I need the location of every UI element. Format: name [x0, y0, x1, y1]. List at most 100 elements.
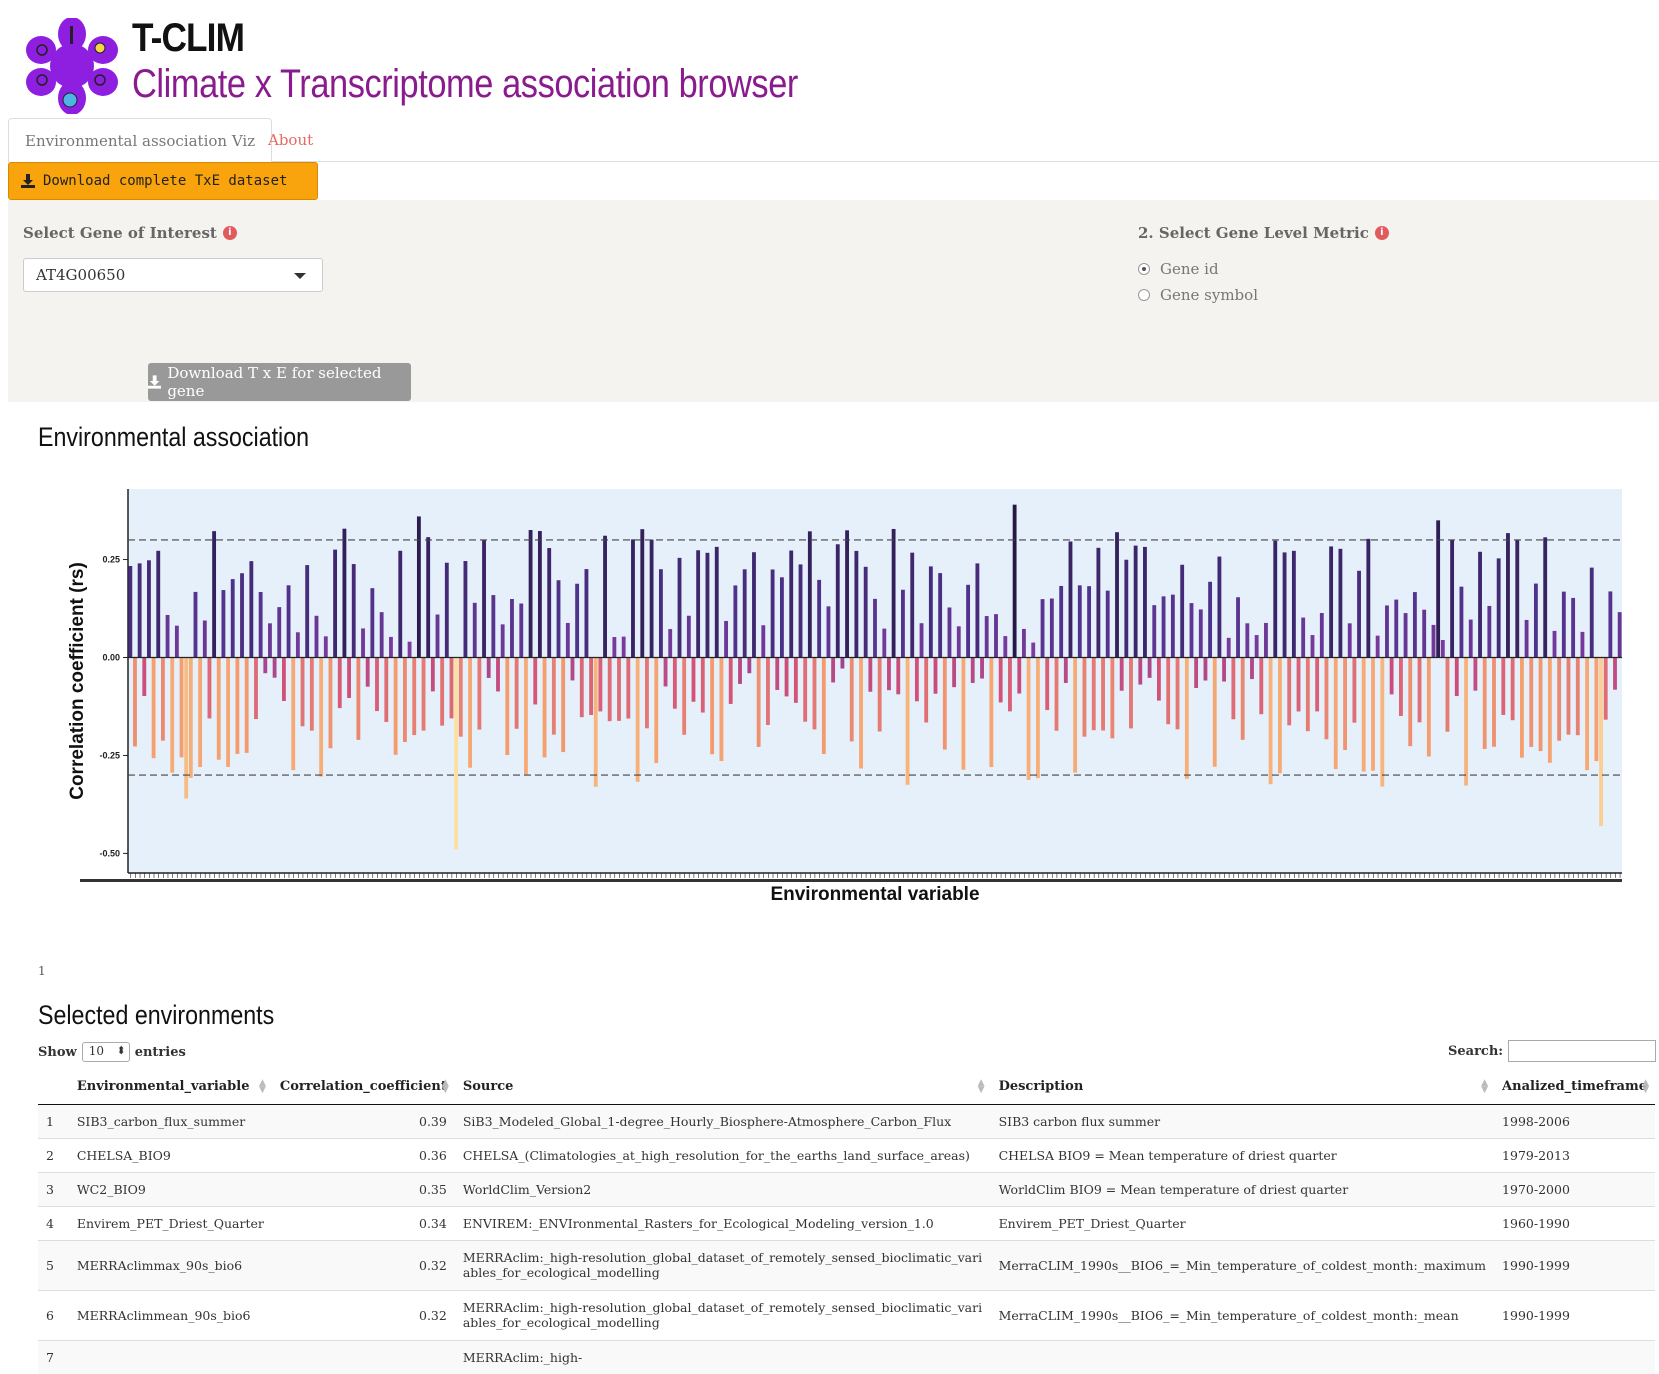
col-header-source[interactable]: Source ▲ ▼	[454, 1070, 991, 1105]
bar	[589, 657, 594, 716]
bar	[463, 561, 468, 658]
tab-about[interactable]: About	[252, 118, 329, 162]
download-selected-gene-button[interactable]: Download T x E for selected gene	[148, 363, 411, 401]
bar	[1333, 657, 1338, 770]
bar	[323, 636, 328, 658]
bar	[1166, 657, 1171, 725]
bar	[645, 657, 649, 729]
bar	[281, 657, 286, 701]
cell-source: ENVIREM:_ENVIronmental_Rasters_for_Ecolo…	[454, 1205, 991, 1240]
page-length-select[interactable]: 10	[81, 1042, 130, 1062]
radio-unselected-icon[interactable]	[1138, 289, 1150, 301]
bar	[1594, 657, 1599, 762]
bar	[1585, 657, 1590, 771]
bar	[188, 657, 193, 778]
table-row[interactable]: 7 MERRAclim:_high-	[38, 1339, 1655, 1374]
bar	[789, 550, 794, 658]
bar	[1003, 636, 1008, 658]
tab-bar: Environmental association Viz About	[8, 118, 1659, 163]
table-row[interactable]: 2 CHELSA_BIO9 0.36 CHELSA_(Climatologies…	[38, 1137, 1655, 1172]
col-header-environmental-variable[interactable]: Environmental_variable ▲ ▼	[68, 1070, 272, 1105]
sort-icon: ▲ ▼	[1481, 1078, 1489, 1095]
bar	[970, 657, 975, 683]
bar	[1068, 541, 1073, 658]
bar	[1394, 599, 1399, 658]
metric-select-label-text: 2. Select Gene Level Metric	[1138, 224, 1369, 242]
bar	[603, 535, 607, 658]
bar	[1510, 657, 1515, 721]
bar	[482, 540, 486, 658]
gene-select-label: Select Gene of Interest i	[23, 224, 237, 242]
tab-environmental-association-viz[interactable]: Environmental association Viz	[8, 118, 273, 163]
bar	[272, 657, 277, 678]
bar	[798, 564, 803, 658]
bar	[905, 657, 910, 785]
bar	[1026, 657, 1031, 780]
table-row[interactable]: 4 Envirem_PET_Driest_Quarter 0.34 ENVIRE…	[38, 1205, 1655, 1240]
table-row[interactable]: 5 MERRAclimmax_90s_bio6 0.32 MERRAclim:_…	[38, 1239, 1655, 1290]
cell-correlation: 0.32	[271, 1239, 455, 1290]
bar	[761, 625, 766, 658]
cell-index: 7	[38, 1339, 69, 1374]
bar	[198, 657, 203, 768]
bar	[1380, 657, 1385, 787]
gene-select-value: AT4G00650	[36, 266, 126, 284]
search-input[interactable]	[1508, 1040, 1657, 1062]
bar	[1129, 657, 1133, 729]
cell-index: 6	[38, 1289, 69, 1340]
cell-variable: Envirem_PET_Driest_Quarter	[68, 1205, 272, 1240]
bar	[542, 657, 547, 758]
bar	[300, 657, 305, 727]
download-icon	[21, 174, 35, 188]
col-header-correlation[interactable]: Correlation_coefficient ▲ ▼	[271, 1070, 455, 1105]
bar	[1110, 657, 1115, 739]
bar	[1273, 540, 1278, 658]
bar	[807, 531, 812, 658]
table-row[interactable]: 3 WC2_BIO9 0.35 WorldClim_Version2 World…	[38, 1171, 1655, 1206]
bar	[1017, 657, 1022, 694]
info-icon[interactable]: i	[222, 226, 237, 240]
radio-selected-icon[interactable]	[1138, 263, 1150, 275]
bar	[793, 657, 798, 703]
bar	[966, 584, 971, 658]
bar	[896, 657, 901, 695]
radio-gene-symbol[interactable]: Gene symbol	[1138, 286, 1258, 304]
gene-select[interactable]: AT4G00650	[23, 258, 323, 292]
table-row[interactable]: 1 SIB3_carbon_flux_summer 0.39 SiB3_Mode…	[38, 1103, 1655, 1138]
bar	[1310, 635, 1315, 658]
cell-timeframe: 1998-2006	[1494, 1103, 1655, 1138]
bar	[1008, 657, 1012, 712]
radio-gene-id[interactable]: Gene id	[1138, 260, 1219, 278]
bar	[174, 625, 179, 658]
bar	[942, 657, 947, 750]
col-header-description[interactable]: Description ▲ ▼	[990, 1070, 1495, 1105]
cell-variable: CHELSA_BIO9	[68, 1137, 272, 1172]
bar	[537, 531, 542, 658]
bar	[305, 565, 310, 658]
bar	[263, 657, 268, 674]
bar	[1012, 504, 1017, 658]
table-row[interactable]: 6 MERRAclimmean_90s_bio6 0.32 MERRAclim:…	[38, 1289, 1655, 1340]
bar	[691, 657, 696, 702]
bar	[1478, 551, 1482, 658]
download-complete-dataset-button[interactable]: Download complete TxE dataset	[8, 162, 318, 200]
bar	[775, 657, 780, 690]
bar	[1571, 597, 1576, 658]
bar	[356, 657, 361, 740]
bar	[1501, 657, 1506, 715]
col-header-timeframe[interactable]: Analized_timeframe ▲ ▼	[1494, 1070, 1655, 1105]
bar	[505, 657, 510, 756]
bar	[1124, 559, 1129, 658]
bar	[1566, 657, 1571, 735]
bar	[151, 657, 156, 759]
bar	[160, 657, 165, 741]
info-icon[interactable]: i	[1374, 226, 1389, 240]
bar	[361, 628, 365, 658]
bar	[705, 552, 710, 658]
bar	[607, 657, 612, 722]
bar	[221, 590, 226, 658]
bar	[403, 657, 407, 742]
bar	[728, 657, 733, 704]
bar	[724, 620, 728, 658]
bar	[584, 569, 589, 658]
